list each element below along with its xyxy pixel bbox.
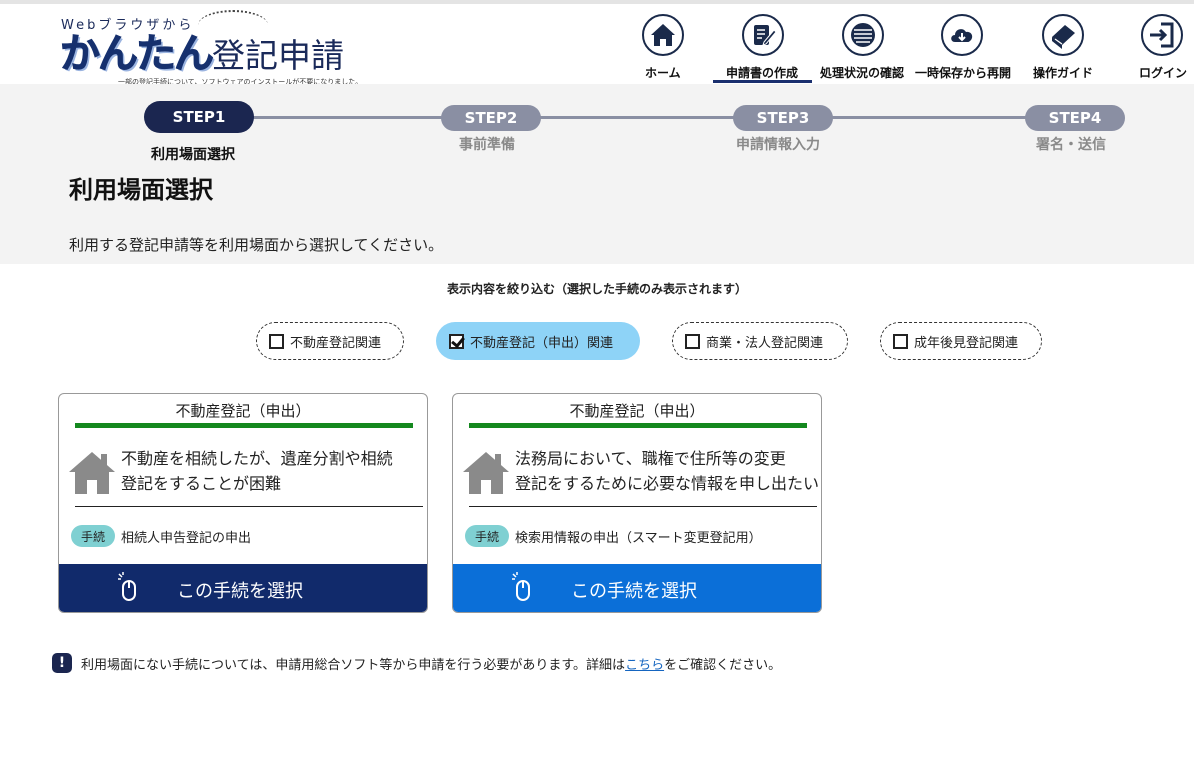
nav-operation-guide[interactable]: 操作ガイド xyxy=(1028,10,1098,84)
card-divider xyxy=(75,506,423,507)
select-procedure-button[interactable]: この手続を選択 xyxy=(453,564,821,612)
filter-commercial[interactable]: 商業・法人登記関連 xyxy=(672,322,848,360)
step2-label: 事前準備 xyxy=(459,137,515,153)
filter-adult-guardianship[interactable]: 成年後見登記関連 xyxy=(880,322,1042,360)
nav-status-label: 処理状況の確認 xyxy=(820,66,905,80)
nav-home[interactable]: ホーム xyxy=(637,10,689,84)
nav-active-indicator xyxy=(713,80,812,83)
filter-real-estate-application-label: 不動産登記（申出）関連 xyxy=(470,335,614,351)
card-description-line1: 不動産を相続したが、遺産分割や相続 xyxy=(121,449,393,468)
step1-label: 利用場面選択 xyxy=(151,147,235,163)
house-icon xyxy=(463,452,509,494)
filter-commercial-checkbox[interactable] xyxy=(685,333,700,349)
card-category: 不動産登記（申出） xyxy=(569,402,705,420)
step4-label: 署名・送信 xyxy=(1036,137,1106,153)
card-description: 法務局において、職権で住所等の変更 登記をするために必要な情報を申し出たい xyxy=(515,446,819,496)
card-category: 不動産登記（申出） xyxy=(175,402,311,420)
filter-real-estate-checkbox[interactable] xyxy=(269,333,284,349)
nav-login-label: ログイン xyxy=(1139,66,1188,80)
card-description-line2: 登記をすることが困難 xyxy=(121,474,282,493)
select-procedure-button[interactable]: この手続を選択 xyxy=(59,564,427,612)
login-icon xyxy=(1141,14,1183,56)
procedure-card: 不動産登記（申出） 不動産を相続したが、遺産分割や相続 登記をすることが困難 手… xyxy=(58,393,428,613)
site-logo[interactable]: Webブラウザから かんたん登記申請 一部の登記手続について、ソフトウェアのイン… xyxy=(58,10,362,86)
filter-real-estate-application-checkbox[interactable] xyxy=(449,333,464,349)
logo-title: かんたん登記申請 xyxy=(60,31,345,77)
progress-track xyxy=(200,116,1075,119)
procedure-name: 検索用情報の申出（スマート変更登記用） xyxy=(515,531,762,546)
filter-real-estate-application[interactable]: 不動産登記（申出）関連 xyxy=(436,322,640,360)
filter-adult-guardianship-checkbox[interactable] xyxy=(893,333,908,349)
notice-text: 利用場面にない手続については、申請用総合ソフト等から申請を行う必要があります。詳… xyxy=(81,657,626,673)
card-category-bar xyxy=(75,423,413,428)
notice-details-link[interactable]: こちら xyxy=(625,654,664,673)
step3-label: 申請情報入力 xyxy=(736,137,820,153)
step4-pill: STEP4 xyxy=(1025,105,1125,131)
select-procedure-label: この手続を選択 xyxy=(571,581,697,602)
card-description: 不動産を相続したが、遺産分割や相続 登記をすることが困難 xyxy=(121,446,393,496)
procedure-card: 不動産登記（申出） 法務局において、職権で住所等の変更 登記をするために必要な情… xyxy=(452,393,822,613)
site-header: Webブラウザから かんたん登記申請 一部の登記手続について、ソフトウェアのイン… xyxy=(0,4,1194,86)
card-description-line2: 登記をするために必要な情報を申し出たい xyxy=(515,474,820,493)
nav-login[interactable]: ログイン xyxy=(1133,10,1191,84)
card-category-bar xyxy=(469,423,807,428)
nav-resume-saved[interactable]: 一時保存から再開 xyxy=(913,10,1013,84)
page-instruction: 利用する登記申請等を利用場面から選択してください。 xyxy=(69,236,444,254)
filter-real-estate[interactable]: 不動産登記関連 xyxy=(256,322,404,360)
book-icon xyxy=(1042,14,1084,56)
procedure-badge: 手続 xyxy=(465,525,509,547)
filter-real-estate-label: 不動産登記関連 xyxy=(290,335,382,351)
logo-title-easy: かんたん xyxy=(60,31,215,77)
procedure-name: 相続人申告登記の申出 xyxy=(121,531,252,546)
filter-commercial-label: 商業・法人登記関連 xyxy=(706,335,824,351)
filter-adult-guardianship-label: 成年後見登記関連 xyxy=(914,335,1019,351)
step1-pill: STEP1 xyxy=(144,101,254,133)
step3-pill: STEP3 xyxy=(733,105,833,131)
nav-home-label: ホーム xyxy=(645,66,681,80)
logo-title-main: 登記申請 xyxy=(212,36,344,75)
document-list-icon xyxy=(842,14,884,56)
page-title: 利用場面選択 xyxy=(69,176,213,204)
mouse-click-icon xyxy=(512,572,530,601)
filter-heading: 表示内容を絞り込む（選択した手続のみ表示されます） xyxy=(446,282,747,296)
card-divider xyxy=(469,506,817,507)
house-icon xyxy=(69,452,115,494)
nav-create-label: 申請書の作成 xyxy=(726,66,799,80)
mouse-click-icon xyxy=(118,572,136,601)
home-icon xyxy=(642,14,684,56)
step2-pill: STEP2 xyxy=(441,105,541,131)
cloud-download-icon xyxy=(941,14,983,56)
card-description-line1: 法務局において、職権で住所等の変更 xyxy=(515,449,786,468)
nav-resume-label: 一時保存から再開 xyxy=(915,66,1012,80)
edit-icon xyxy=(742,14,784,56)
notice-text-end: をご確認ください。 xyxy=(664,657,782,673)
select-procedure-label: この手続を選択 xyxy=(177,581,303,602)
nav-guide-label: 操作ガイド xyxy=(1033,66,1094,80)
procedure-badge: 手続 xyxy=(71,525,115,547)
nav-create-application[interactable]: 申請書の作成 xyxy=(713,10,813,84)
exclamation-icon: ! xyxy=(52,653,72,673)
nav-status-check[interactable]: 処理状況の確認 xyxy=(818,10,908,84)
notice: ! 利用場面にない手続については、申請用総合ソフト等から申請を行う必要があります… xyxy=(52,653,781,673)
